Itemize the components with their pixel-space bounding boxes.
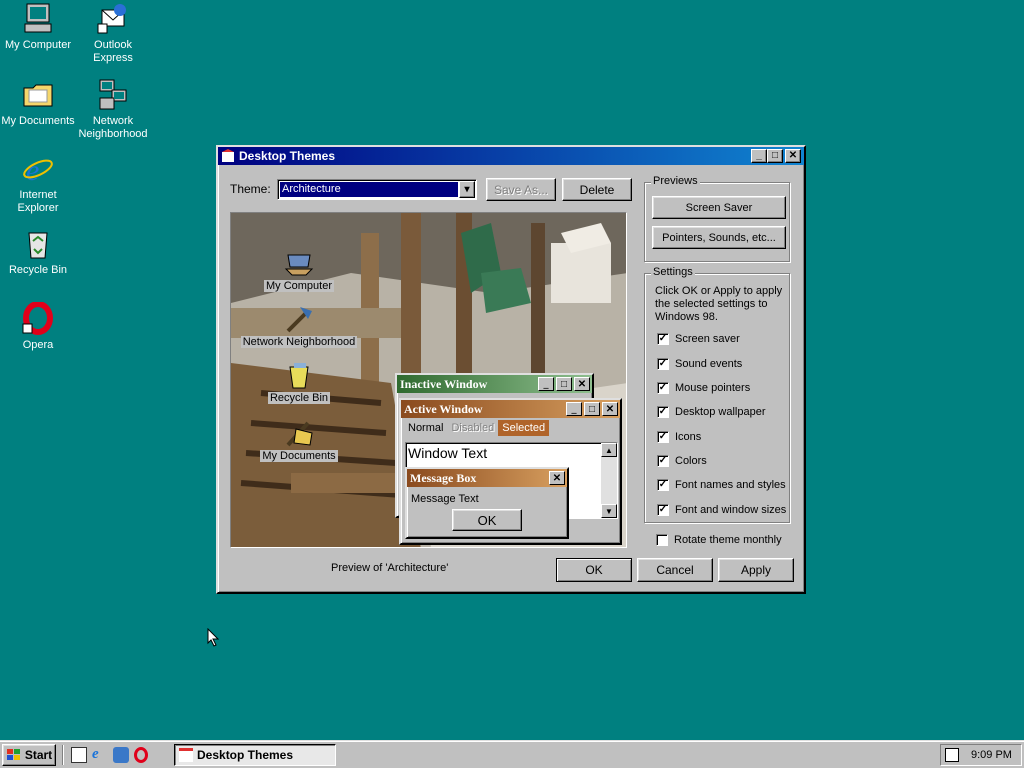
checkbox[interactable]: ✓ [657, 431, 669, 443]
desktop-icon-label: My Computer [4, 39, 72, 51]
settings-group-label: Settings [651, 266, 695, 278]
theme-select[interactable]: Architecture ▾ [277, 179, 477, 200]
message-box-title: Message Box ✕ [407, 469, 567, 487]
menu-normal: Normal [408, 422, 444, 434]
menu-disabled: Disabled [451, 422, 495, 434]
setting-mouse-pointers[interactable]: ✓ Mouse pointers [657, 382, 750, 394]
setting-icons[interactable]: ✓ Icons [657, 431, 701, 443]
settings-group: Settings Click OK or Apply to apply the … [644, 266, 790, 523]
preview-message-box: Message Box ✕ Message Text OK [405, 467, 569, 539]
window-text: Window Text [408, 445, 488, 461]
checkbox[interactable]: ✓ [657, 455, 669, 467]
apply-button[interactable]: Apply [718, 558, 794, 582]
checkbox[interactable]: ✓ [657, 358, 669, 370]
pointers-sounds-button[interactable]: Pointers, Sounds, etc... [652, 226, 786, 249]
desktop-icon-network[interactable]: Network Neighborhood [75, 78, 151, 141]
preview-menu-bar: Normal Disabled Selected [401, 418, 620, 438]
checkbox[interactable]: ✓ [657, 479, 669, 491]
preview-scrollbar: ▲ ▼ [601, 443, 617, 518]
ok-button[interactable]: OK [556, 558, 632, 582]
ie-icon: e [21, 152, 55, 187]
previews-group: Previews Screen Saver Pointers, Sounds, … [644, 175, 790, 262]
taskbar-task-desktop-themes[interactable]: Desktop Themes [174, 744, 336, 766]
desktop-icon-label: Internet Explorer [17, 189, 59, 214]
desktop-icon-outlook-express[interactable]: Outlook Express [75, 2, 151, 65]
title-bar[interactable]: Desktop Themes _ □ ✕ [218, 147, 804, 165]
checkbox[interactable]: ✓ [657, 504, 669, 516]
preview-network-icon [286, 307, 312, 333]
theme-preview-pane: My Computer Network Neighborhood Recycle… [230, 212, 627, 548]
quick-launch: e [62, 745, 162, 765]
desktop-themes-window: Desktop Themes _ □ ✕ Theme: Architecture… [216, 145, 806, 594]
previews-group-label: Previews [651, 175, 700, 187]
preview-documents-icon [286, 421, 313, 447]
desktop-icon-label: Opera [22, 339, 54, 351]
themes-task-icon [179, 748, 193, 762]
checkbox[interactable] [656, 534, 668, 546]
setting-screen-saver[interactable]: ✓ Screen saver [657, 333, 740, 345]
folder-icon [21, 78, 55, 112]
preview-computer-icon [284, 254, 314, 276]
desktop-icon-recycle-bin[interactable]: Recycle Bin [0, 227, 76, 277]
desktop-icon-internet-explorer[interactable]: e Internet Explorer [0, 152, 76, 215]
setting-font-sizes[interactable]: ✓ Font and window sizes [657, 504, 786, 516]
taskbar: Start e Desktop Themes 9:09 PM [0, 740, 1024, 768]
preview-icon-my-computer: My Computer [259, 251, 339, 292]
desktop-icon-my-documents[interactable]: My Documents [0, 78, 76, 128]
outlook-express-icon [96, 2, 130, 36]
delete-button[interactable]: Delete [562, 178, 632, 201]
setting-colors[interactable]: ✓ Colors [657, 455, 707, 467]
preview-icon-recycle-bin: Recycle Bin [259, 361, 339, 404]
system-tray: 9:09 PM [940, 744, 1022, 766]
rotate-theme-checkbox[interactable]: Rotate theme monthly [656, 534, 782, 546]
preview-icon-my-documents: My Documents [255, 419, 343, 462]
desktop-icon-my-computer[interactable]: My Computer [0, 2, 76, 52]
message-ok-button: OK [452, 509, 522, 531]
desktop-icon-label: My Documents [1, 115, 75, 127]
network-icon [96, 78, 130, 112]
save-as-button[interactable]: Save As... [486, 178, 556, 201]
desktop-icon-opera[interactable]: Opera [0, 301, 76, 352]
close-button[interactable]: ✕ [785, 149, 801, 163]
recycle-bin-icon [21, 227, 55, 261]
preview-active-title: Active Window _ □ ✕ [401, 400, 620, 418]
menu-selected: Selected [498, 420, 550, 436]
svg-text:e: e [26, 154, 39, 186]
windows-logo-icon [6, 749, 20, 760]
opera-icon [21, 301, 55, 336]
mouse-cursor-icon [207, 628, 220, 647]
desktop-icon-label: Network Neighborhood [78, 115, 148, 140]
outlook-quicklaunch-icon[interactable] [113, 747, 129, 763]
clock[interactable]: 9:09 PM [971, 749, 1012, 761]
minimize-button[interactable]: _ [751, 149, 767, 163]
start-button[interactable]: Start [2, 744, 56, 766]
setting-desktop-wallpaper[interactable]: ✓ Desktop wallpaper [657, 406, 766, 418]
setting-sound-events[interactable]: ✓ Sound events [657, 358, 742, 370]
show-desktop-icon[interactable] [71, 747, 87, 763]
checkbox[interactable]: ✓ [657, 333, 669, 345]
dropdown-arrow-icon[interactable]: ▾ [459, 181, 475, 198]
preview-inactive-title: Inactive Window _ □ ✕ [397, 375, 592, 393]
ie-quicklaunch-icon[interactable]: e [92, 747, 108, 763]
desktop-icon-label: Recycle Bin [8, 264, 68, 276]
screen-saver-button[interactable]: Screen Saver [652, 196, 786, 219]
setting-font-names[interactable]: ✓ Font names and styles [657, 479, 786, 491]
maximize-button[interactable]: □ [767, 149, 783, 163]
opera-quicklaunch-icon[interactable] [134, 747, 148, 763]
theme-select-value: Architecture [280, 182, 458, 197]
cancel-button[interactable]: Cancel [637, 558, 713, 582]
theme-label: Theme: [230, 182, 271, 196]
scheduler-icon[interactable] [945, 748, 959, 762]
preview-bin-icon [289, 363, 309, 389]
desktop-icon-label: Outlook Express [93, 39, 133, 64]
window-title: Desktop Themes [239, 149, 336, 163]
preview-icon-network: Network Neighborhood [239, 305, 359, 348]
message-text: Message Text [411, 493, 479, 505]
preview-caption: Preview of 'Architecture' [331, 562, 449, 574]
settings-description: Click OK or Apply to apply the selected … [655, 285, 783, 323]
checkbox[interactable]: ✓ [657, 382, 669, 394]
checkbox[interactable]: ✓ [657, 406, 669, 418]
themes-app-icon [221, 149, 235, 163]
my-computer-icon [21, 2, 55, 36]
